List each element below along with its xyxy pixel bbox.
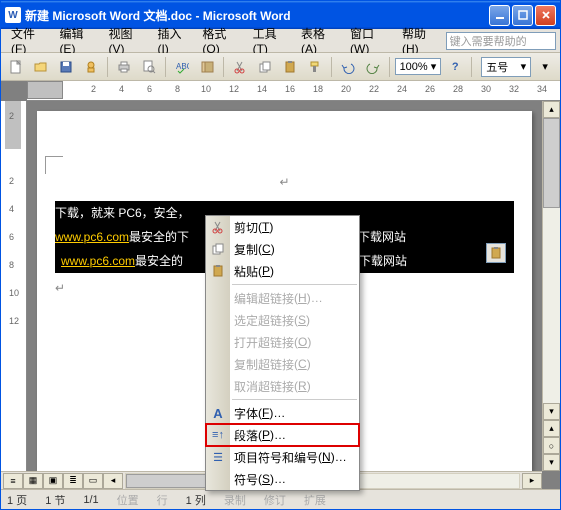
minimize-button[interactable] xyxy=(489,5,510,26)
scroll-up-button[interactable]: ▴ xyxy=(543,101,560,118)
status-section: 1 节 xyxy=(45,492,65,508)
font-icon: A xyxy=(209,404,227,422)
cm-copy-hyperlink: 复制超链接(C) xyxy=(206,353,359,375)
status-page: 1 页 xyxy=(7,492,27,508)
ruler-scale: 246810121416182022242628303234 xyxy=(71,81,560,100)
cm-remove-hyperlink: 取消超链接(R) xyxy=(206,375,359,397)
toolbar-separator xyxy=(165,57,166,77)
toolbar-separator xyxy=(331,57,332,77)
app-window: W 新建 Microsoft Word 文档.doc - Microsoft W… xyxy=(0,0,561,510)
cm-bullets[interactable]: ☰ 项目符号和编号(N)… xyxy=(206,446,359,468)
print-button[interactable] xyxy=(113,56,135,78)
paragraph-mark: ↵ xyxy=(55,171,514,193)
toolbar-separator xyxy=(223,57,224,77)
help-search-input[interactable]: 键入需要帮助的 xyxy=(446,32,556,50)
vertical-scrollbar[interactable]: ▴ ▾ ▴ ○ ▾ xyxy=(542,101,560,471)
undo-button[interactable] xyxy=(337,56,359,78)
research-button[interactable] xyxy=(196,56,218,78)
cm-symbol[interactable]: 符号(S)… xyxy=(206,468,359,490)
tab-selector[interactable] xyxy=(27,81,63,99)
word-app-icon: W xyxy=(5,7,21,23)
permissions-button[interactable] xyxy=(80,56,102,78)
help-button[interactable]: ? xyxy=(444,56,466,78)
status-line: 行 xyxy=(157,492,168,508)
context-menu: 剪切(T) 复制(C) 粘贴(P) 编辑超链接(H)… 选定超链接(S) 打开超… xyxy=(205,215,360,491)
vertical-ruler[interactable]: 2 2 4 6 8 10 12 xyxy=(1,101,27,489)
normal-view-button[interactable]: ≡ xyxy=(3,473,23,489)
status-pagecount: 1/1 xyxy=(83,494,98,506)
next-page-button[interactable]: ▾ xyxy=(543,454,560,471)
copy-button[interactable] xyxy=(254,56,276,78)
dropdown-arrow-icon: ▾ xyxy=(431,60,437,73)
cm-paragraph[interactable]: ≡↑ 段落(P)… xyxy=(206,424,359,446)
save-button[interactable] xyxy=(55,56,77,78)
horizontal-ruler[interactable]: 246810121416182022242628303234 xyxy=(27,81,560,101)
standard-toolbar: ABC 100%▾ ? 五号▾ ▾ xyxy=(1,53,560,81)
scroll-right-button[interactable]: ▸ xyxy=(522,473,542,489)
new-doc-button[interactable] xyxy=(5,56,27,78)
toolbar-separator xyxy=(389,57,390,77)
maximize-button[interactable] xyxy=(512,5,533,26)
hyperlink[interactable]: www.pc6.com xyxy=(55,226,129,248)
menubar: 文件(F) 编辑(E) 视图(V) 插入(I) 格式(O) 工具(T) 表格(A… xyxy=(1,29,560,53)
scroll-thumb[interactable] xyxy=(543,118,560,208)
cm-paste[interactable]: 粘贴(P) xyxy=(206,260,359,282)
print-preview-button[interactable] xyxy=(138,56,160,78)
cm-select-hyperlink: 选定超链接(S) xyxy=(206,309,359,331)
cm-copy[interactable]: 复制(C) xyxy=(206,238,359,260)
window-title: 新建 Microsoft Word 文档.doc - Microsoft Wor… xyxy=(25,7,489,24)
status-extend: 扩展 xyxy=(304,492,326,508)
toolbar-separator xyxy=(107,57,108,77)
dropdown-arrow-icon: ▾ xyxy=(521,60,527,73)
clipboard-icon xyxy=(209,262,227,280)
scroll-track[interactable] xyxy=(543,118,560,403)
font-size-dropdown[interactable]: 五号▾ xyxy=(481,57,531,77)
paste-button[interactable] xyxy=(279,56,301,78)
toolbar-options-button[interactable]: ▾ xyxy=(534,56,556,78)
cm-open-hyperlink: 打开超链接(O) xyxy=(206,331,359,353)
statusbar: 1 页 1 节 1/1 位置 行 1 列 录制 修订 扩展 xyxy=(1,489,560,509)
hyperlink[interactable]: www.pc6.com xyxy=(61,250,135,272)
help-search-placeholder: 键入需要帮助的 xyxy=(450,33,527,49)
web-view-button[interactable]: ▦ xyxy=(23,473,43,489)
cut-button[interactable] xyxy=(229,56,251,78)
cm-separator xyxy=(232,284,357,285)
paste-options-button[interactable] xyxy=(486,243,506,263)
svg-text:ABC: ABC xyxy=(176,62,189,71)
toolbar-separator xyxy=(471,57,472,77)
open-button[interactable] xyxy=(30,56,52,78)
format-painter-button[interactable] xyxy=(304,56,326,78)
outline-view-button[interactable]: ≣ xyxy=(63,473,83,489)
prev-page-button[interactable]: ▴ xyxy=(543,420,560,437)
zoom-dropdown[interactable]: 100%▾ xyxy=(395,58,442,75)
bullets-icon: ☰ xyxy=(209,448,227,466)
paragraph-icon: ≡↑ xyxy=(209,426,227,444)
scroll-down-button[interactable]: ▾ xyxy=(543,403,560,420)
cm-font[interactable]: A 字体(F)… xyxy=(206,402,359,424)
status-column: 1 列 xyxy=(186,492,206,508)
close-button[interactable] xyxy=(535,5,556,26)
scroll-left-button[interactable]: ◂ xyxy=(103,473,123,489)
copy-icon xyxy=(209,240,227,258)
spell-check-button[interactable]: ABC xyxy=(171,56,193,78)
status-revision: 修订 xyxy=(264,492,286,508)
status-record: 录制 xyxy=(224,492,246,508)
status-position: 位置 xyxy=(117,492,139,508)
cm-separator xyxy=(232,399,357,400)
browse-object-button[interactable]: ○ xyxy=(543,437,560,454)
scissors-icon xyxy=(209,218,227,236)
print-layout-button[interactable]: ▣ xyxy=(43,473,63,489)
cm-edit-hyperlink: 编辑超链接(H)… xyxy=(206,287,359,309)
cm-cut[interactable]: 剪切(T) xyxy=(206,216,359,238)
redo-button[interactable] xyxy=(362,56,384,78)
reading-view-button[interactable]: ▭ xyxy=(83,473,103,489)
